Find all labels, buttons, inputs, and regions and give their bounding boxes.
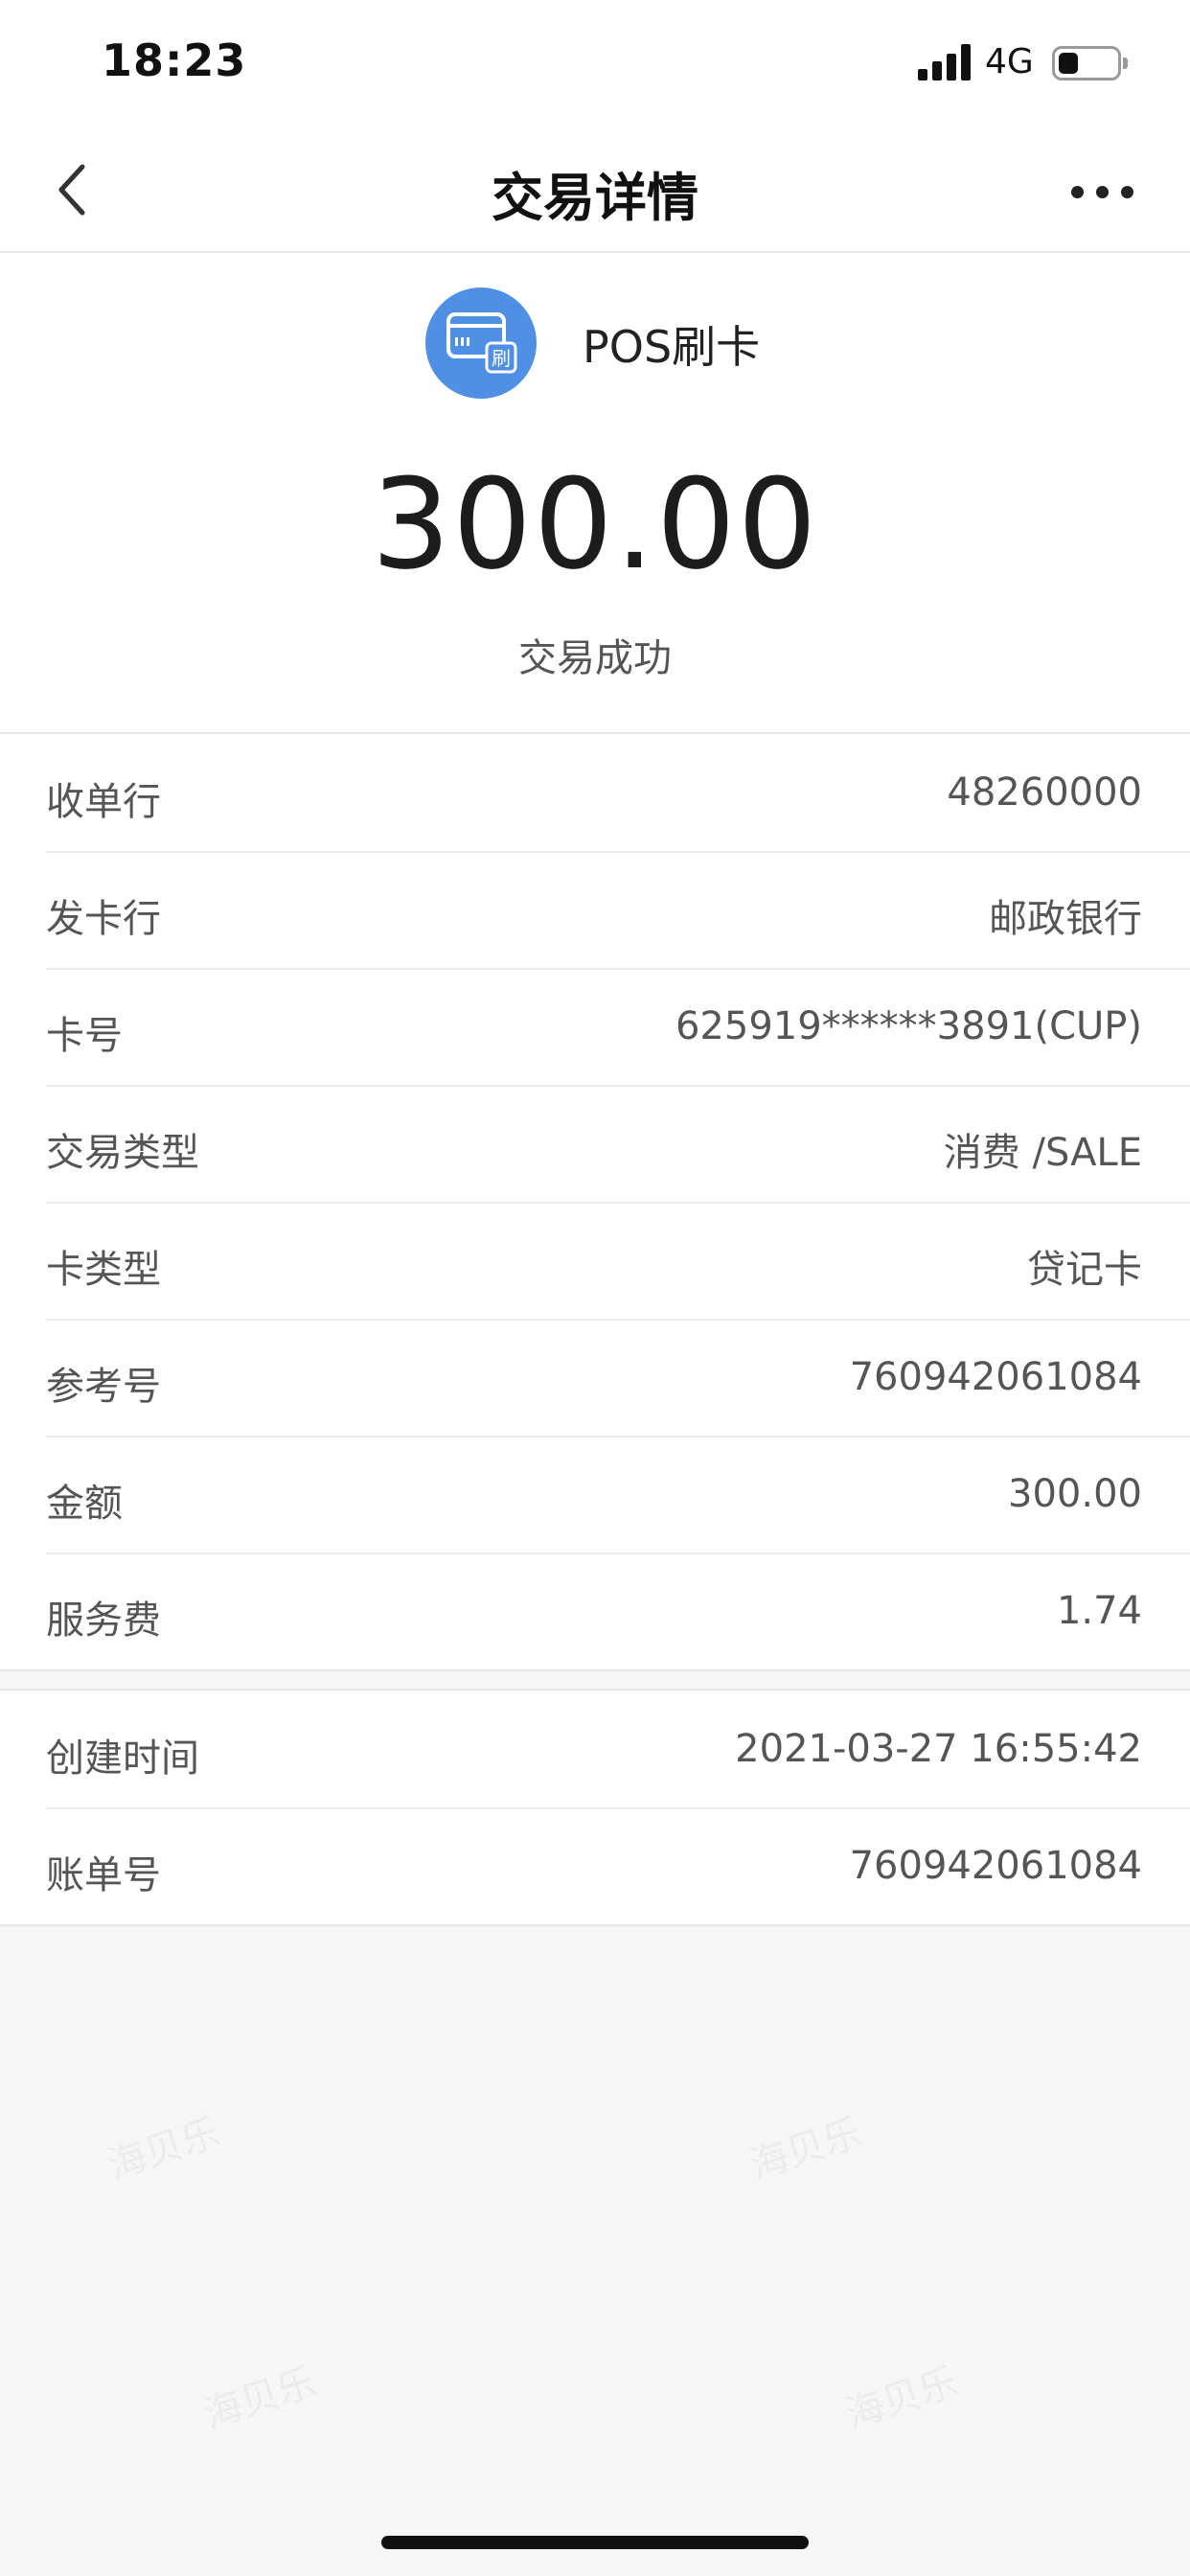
transaction-amount: 300.00 (371, 451, 819, 597)
watermark: 海贝乐 (195, 2351, 322, 2439)
detail-label: 参考号 (46, 1365, 161, 1409)
card-swipe-icon-text: 刷 (492, 347, 511, 370)
card-swipe-icon: 刷 (425, 288, 537, 399)
transaction-summary: 刷 POS刷卡 300.00 交易成功 (0, 253, 1190, 734)
detail-label: 创建时间 (46, 1736, 199, 1781)
detail-value: 1.74 (1056, 1589, 1142, 1633)
battery-level (1059, 53, 1078, 74)
home-indicator[interactable] (381, 2536, 809, 2549)
nav-bar: 交易详情 (0, 126, 1190, 253)
detail-value: 贷记卡 (1027, 1248, 1142, 1292)
battery-tip (1123, 58, 1128, 69)
page-title: 交易详情 (492, 168, 698, 228)
detail-value: 2021-03-27 16:55:42 (735, 1727, 1142, 1771)
status-time: 18:23 (102, 34, 247, 86)
detail-row: 金额 300.00 (0, 1436, 1190, 1552)
bill-meta-list: 创建时间 2021-03-27 16:55:42 账单号 76094206108… (0, 1689, 1190, 1926)
detail-row: 收单行 48260000 (0, 734, 1190, 851)
detail-row: 账单号 760942061084 (0, 1807, 1190, 1924)
detail-value: 邮政银行 (989, 897, 1142, 941)
detail-row: 发卡行 邮政银行 (0, 851, 1190, 968)
detail-label: 交易类型 (46, 1131, 199, 1175)
watermark: 海贝乐 (742, 2102, 868, 2190)
transaction-details-list: 收单行 48260000 发卡行 邮政银行 卡号 625919******389… (0, 734, 1190, 1671)
battery-icon (1052, 46, 1121, 80)
detail-row: 卡类型 贷记卡 (0, 1202, 1190, 1319)
detail-value: 消费 /SALE (943, 1131, 1142, 1175)
detail-row: 卡号 625919******3891(CUP) (0, 968, 1190, 1085)
detail-value: 760942061084 (849, 1355, 1142, 1399)
detail-label: 发卡行 (46, 897, 161, 941)
detail-label: 卡号 (46, 1014, 123, 1058)
transaction-type-label: POS刷卡 (583, 321, 761, 373)
detail-row: 服务费 1.74 (0, 1552, 1190, 1669)
detail-value: 48260000 (947, 770, 1142, 815)
status-bar: 18:23 4G (0, 0, 1190, 126)
detail-row: 交易类型 消费 /SALE (0, 1085, 1190, 1202)
detail-value: 300.00 (1008, 1472, 1142, 1516)
detail-label: 卡类型 (46, 1248, 161, 1292)
transaction-detail-screen: 18:23 4G 交易详情 刷 POS刷卡 300.00 交易成功 收单行 48… (0, 0, 1190, 2576)
more-button[interactable] (1064, 159, 1140, 220)
detail-row: 参考号 760942061084 (0, 1319, 1190, 1436)
transaction-status: 交易成功 (518, 636, 672, 680)
watermark: 海贝乐 (100, 2102, 226, 2190)
detail-value: 760942061084 (849, 1844, 1142, 1888)
detail-row: 创建时间 2021-03-27 16:55:42 (0, 1690, 1190, 1807)
detail-label: 账单号 (46, 1853, 161, 1898)
watermark: 海贝乐 (837, 2351, 964, 2439)
detail-label: 收单行 (46, 780, 161, 824)
signal-icon (918, 42, 972, 80)
detail-label: 金额 (46, 1482, 123, 1526)
detail-value: 625919******3891(CUP) (675, 1004, 1142, 1048)
network-type: 4G (985, 42, 1034, 81)
detail-label: 服务费 (46, 1598, 161, 1643)
